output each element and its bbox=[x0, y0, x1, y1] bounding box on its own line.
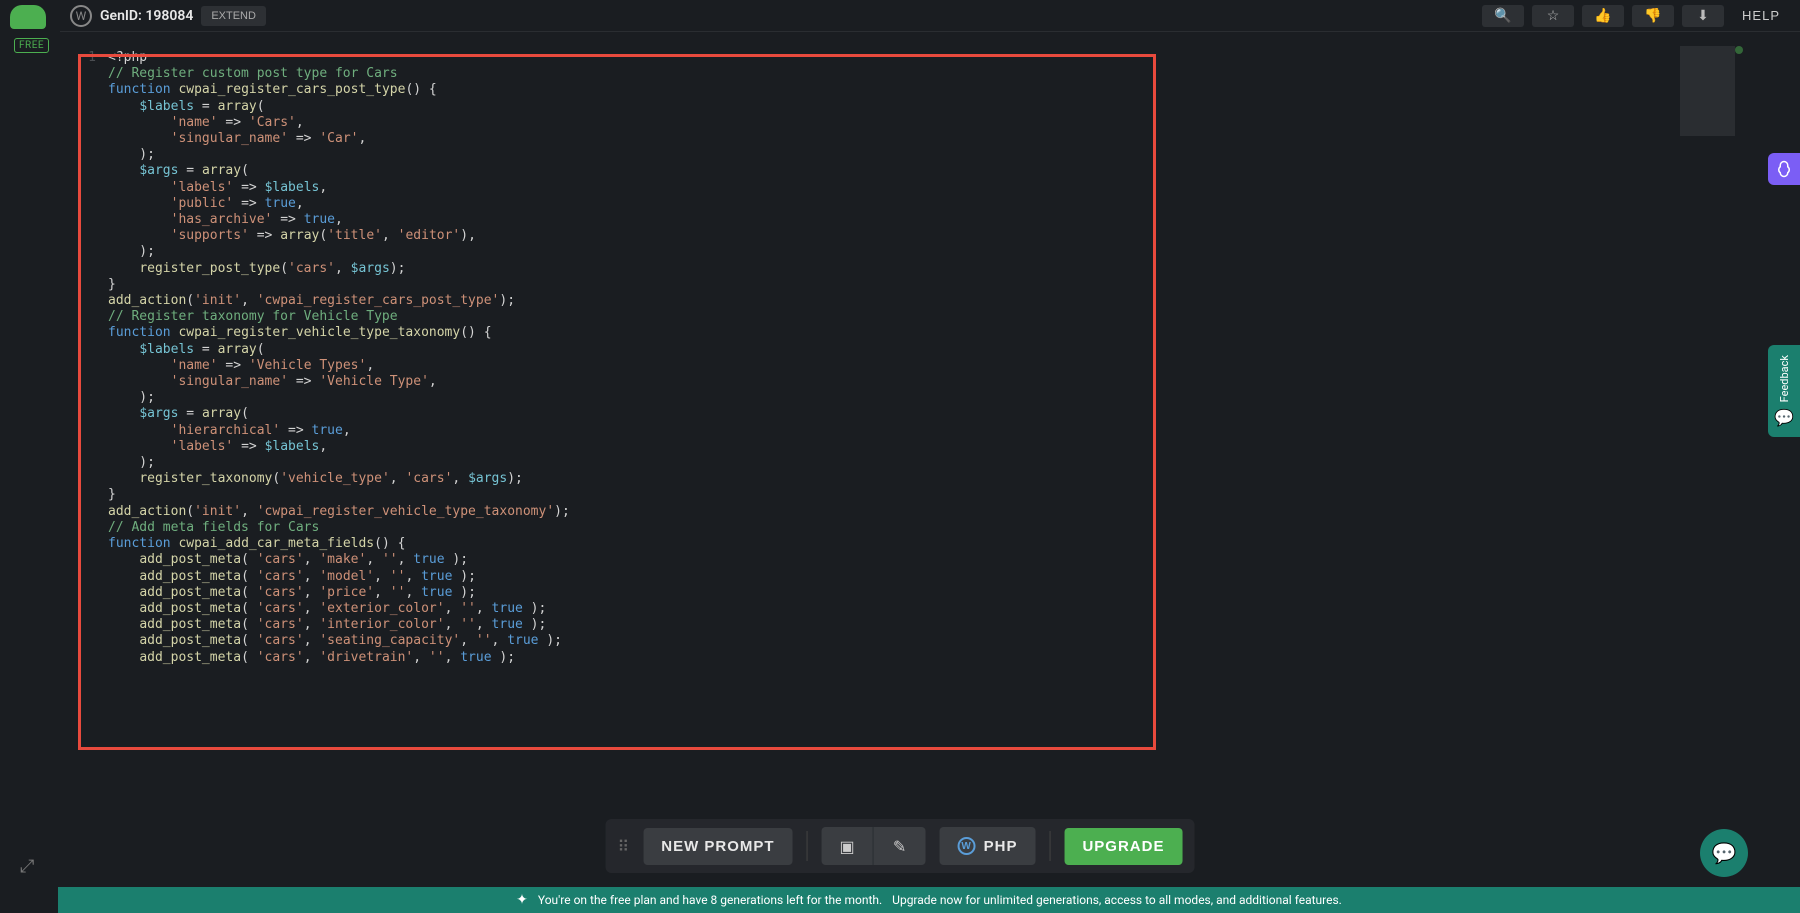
code-line[interactable]: 'has_archive' => true, bbox=[80, 212, 1550, 228]
code-line[interactable]: ); bbox=[80, 455, 1550, 471]
code-line[interactable]: } bbox=[80, 487, 1550, 503]
download-icon[interactable]: ⬇ bbox=[1682, 5, 1724, 27]
code-line[interactable]: $labels = array( bbox=[80, 99, 1550, 115]
code-line[interactable]: function cwpai_register_cars_post_type()… bbox=[80, 82, 1550, 98]
divider bbox=[1049, 831, 1050, 861]
footer-msg-1: You're on the free plan and have 8 gener… bbox=[538, 893, 882, 907]
editor-area[interactable]: 1<?php// Register custom post type for C… bbox=[60, 40, 1550, 883]
drag-handle-icon[interactable]: ⠿ bbox=[618, 837, 630, 856]
code-line[interactable]: 'name' => 'Cars', bbox=[80, 115, 1550, 131]
code-line[interactable]: 'labels' => $labels, bbox=[80, 439, 1550, 455]
code-line[interactable]: ); bbox=[80, 147, 1550, 163]
code-line[interactable]: 1<?php bbox=[80, 50, 1550, 66]
code-line[interactable]: $args = array( bbox=[80, 163, 1550, 179]
code-line[interactable]: function cwpai_register_vehicle_type_tax… bbox=[80, 325, 1550, 341]
sparkle-icon: ✦ bbox=[516, 892, 528, 908]
search-icon[interactable]: 🔍 bbox=[1482, 5, 1524, 27]
code-line[interactable]: add_post_meta( 'cars', 'seating_capacity… bbox=[80, 633, 1550, 649]
code-line[interactable]: ); bbox=[80, 244, 1550, 260]
plan-badge: FREE bbox=[14, 38, 49, 53]
code-line[interactable]: add_post_meta( 'cars', 'drivetrain', '',… bbox=[80, 650, 1550, 666]
wordpress-icon: W bbox=[958, 837, 976, 855]
code-line[interactable]: 'public' => true, bbox=[80, 196, 1550, 212]
app-logo[interactable] bbox=[10, 5, 46, 29]
code-line[interactable]: ); bbox=[80, 390, 1550, 406]
footer-bar: ✦ You're on the free plan and have 8 gen… bbox=[58, 887, 1800, 913]
code-line[interactable]: 'name' => 'Vehicle Types', bbox=[80, 358, 1550, 374]
code-line[interactable]: 'labels' => $labels, bbox=[80, 180, 1550, 196]
wordpress-icon: W bbox=[70, 5, 92, 27]
code-line[interactable]: register_post_type('cars', $args); bbox=[80, 261, 1550, 277]
bottom-toolbar: ⠿ NEW PROMPT ▣ ✎ W PHP UPGRADE bbox=[606, 819, 1195, 873]
thumbs-down-icon[interactable]: 👎 bbox=[1632, 5, 1674, 27]
new-prompt-button[interactable]: NEW PROMPT bbox=[643, 828, 792, 865]
star-icon[interactable]: ☆ bbox=[1532, 5, 1574, 27]
code-line[interactable]: add_post_meta( 'cars', 'interior_color',… bbox=[80, 617, 1550, 633]
code-line[interactable]: register_taxonomy('vehicle_type', 'cars'… bbox=[80, 471, 1550, 487]
code-line[interactable]: // Register custom post type for Cars bbox=[80, 66, 1550, 82]
chat-icon: 💬 bbox=[1774, 408, 1794, 427]
code-line[interactable]: $args = array( bbox=[80, 406, 1550, 422]
feedback-tab[interactable]: Feedback 💬 bbox=[1768, 345, 1800, 437]
code-line[interactable]: $labels = array( bbox=[80, 342, 1550, 358]
topbar: W GenID: 198084 EXTEND 🔍 ☆ 👍 👎 ⬇ HELP bbox=[60, 0, 1800, 32]
code-line[interactable]: // Add meta fields for Cars bbox=[80, 520, 1550, 536]
mode-toggle-group: ▣ ✎ bbox=[822, 827, 926, 865]
code-line[interactable]: 'supports' => array('title', 'editor'), bbox=[80, 228, 1550, 244]
divider bbox=[807, 831, 808, 861]
code-line[interactable]: add_post_meta( 'cars', 'price', '', true… bbox=[80, 585, 1550, 601]
code-line[interactable]: 'singular_name' => 'Car', bbox=[80, 131, 1550, 147]
code-line[interactable]: add_action('init', 'cwpai_register_cars_… bbox=[80, 293, 1550, 309]
code-line[interactable]: } bbox=[80, 277, 1550, 293]
thumbs-up-icon[interactable]: 👍 bbox=[1582, 5, 1624, 27]
code-line[interactable]: // Register taxonomy for Vehicle Type bbox=[80, 309, 1550, 325]
ai-brain-icon[interactable] bbox=[1768, 153, 1800, 185]
footer-msg-2[interactable]: Upgrade now for unlimited generations, a… bbox=[892, 893, 1342, 907]
code-line[interactable]: add_post_meta( 'cars', 'exterior_color',… bbox=[80, 601, 1550, 617]
code-line[interactable]: function cwpai_add_car_meta_fields() { bbox=[80, 536, 1550, 552]
php-button[interactable]: W PHP bbox=[940, 827, 1036, 865]
chat-bubble-button[interactable]: 💬 bbox=[1700, 829, 1748, 877]
code-line[interactable]: 'hierarchical' => true, bbox=[80, 423, 1550, 439]
code-line[interactable]: 'singular_name' => 'Vehicle Type', bbox=[80, 374, 1550, 390]
pencil-icon[interactable]: ✎ bbox=[874, 827, 926, 865]
terminal-icon[interactable]: ▣ bbox=[822, 827, 874, 865]
code-minimap[interactable] bbox=[1680, 46, 1735, 136]
code-line[interactable]: add_action('init', 'cwpai_register_vehic… bbox=[80, 504, 1550, 520]
code-line[interactable]: add_post_meta( 'cars', 'make', '', true … bbox=[80, 552, 1550, 568]
help-button[interactable]: HELP bbox=[1732, 4, 1790, 27]
extend-button[interactable]: EXTEND bbox=[201, 6, 266, 26]
feedback-label: Feedback bbox=[1778, 355, 1791, 402]
expand-icon[interactable]: ⤢ bbox=[20, 856, 34, 877]
code-line[interactable]: add_post_meta( 'cars', 'model', '', true… bbox=[80, 569, 1550, 585]
upgrade-button[interactable]: UPGRADE bbox=[1064, 828, 1182, 865]
gen-id-label: GenID: 198084 bbox=[100, 8, 193, 24]
